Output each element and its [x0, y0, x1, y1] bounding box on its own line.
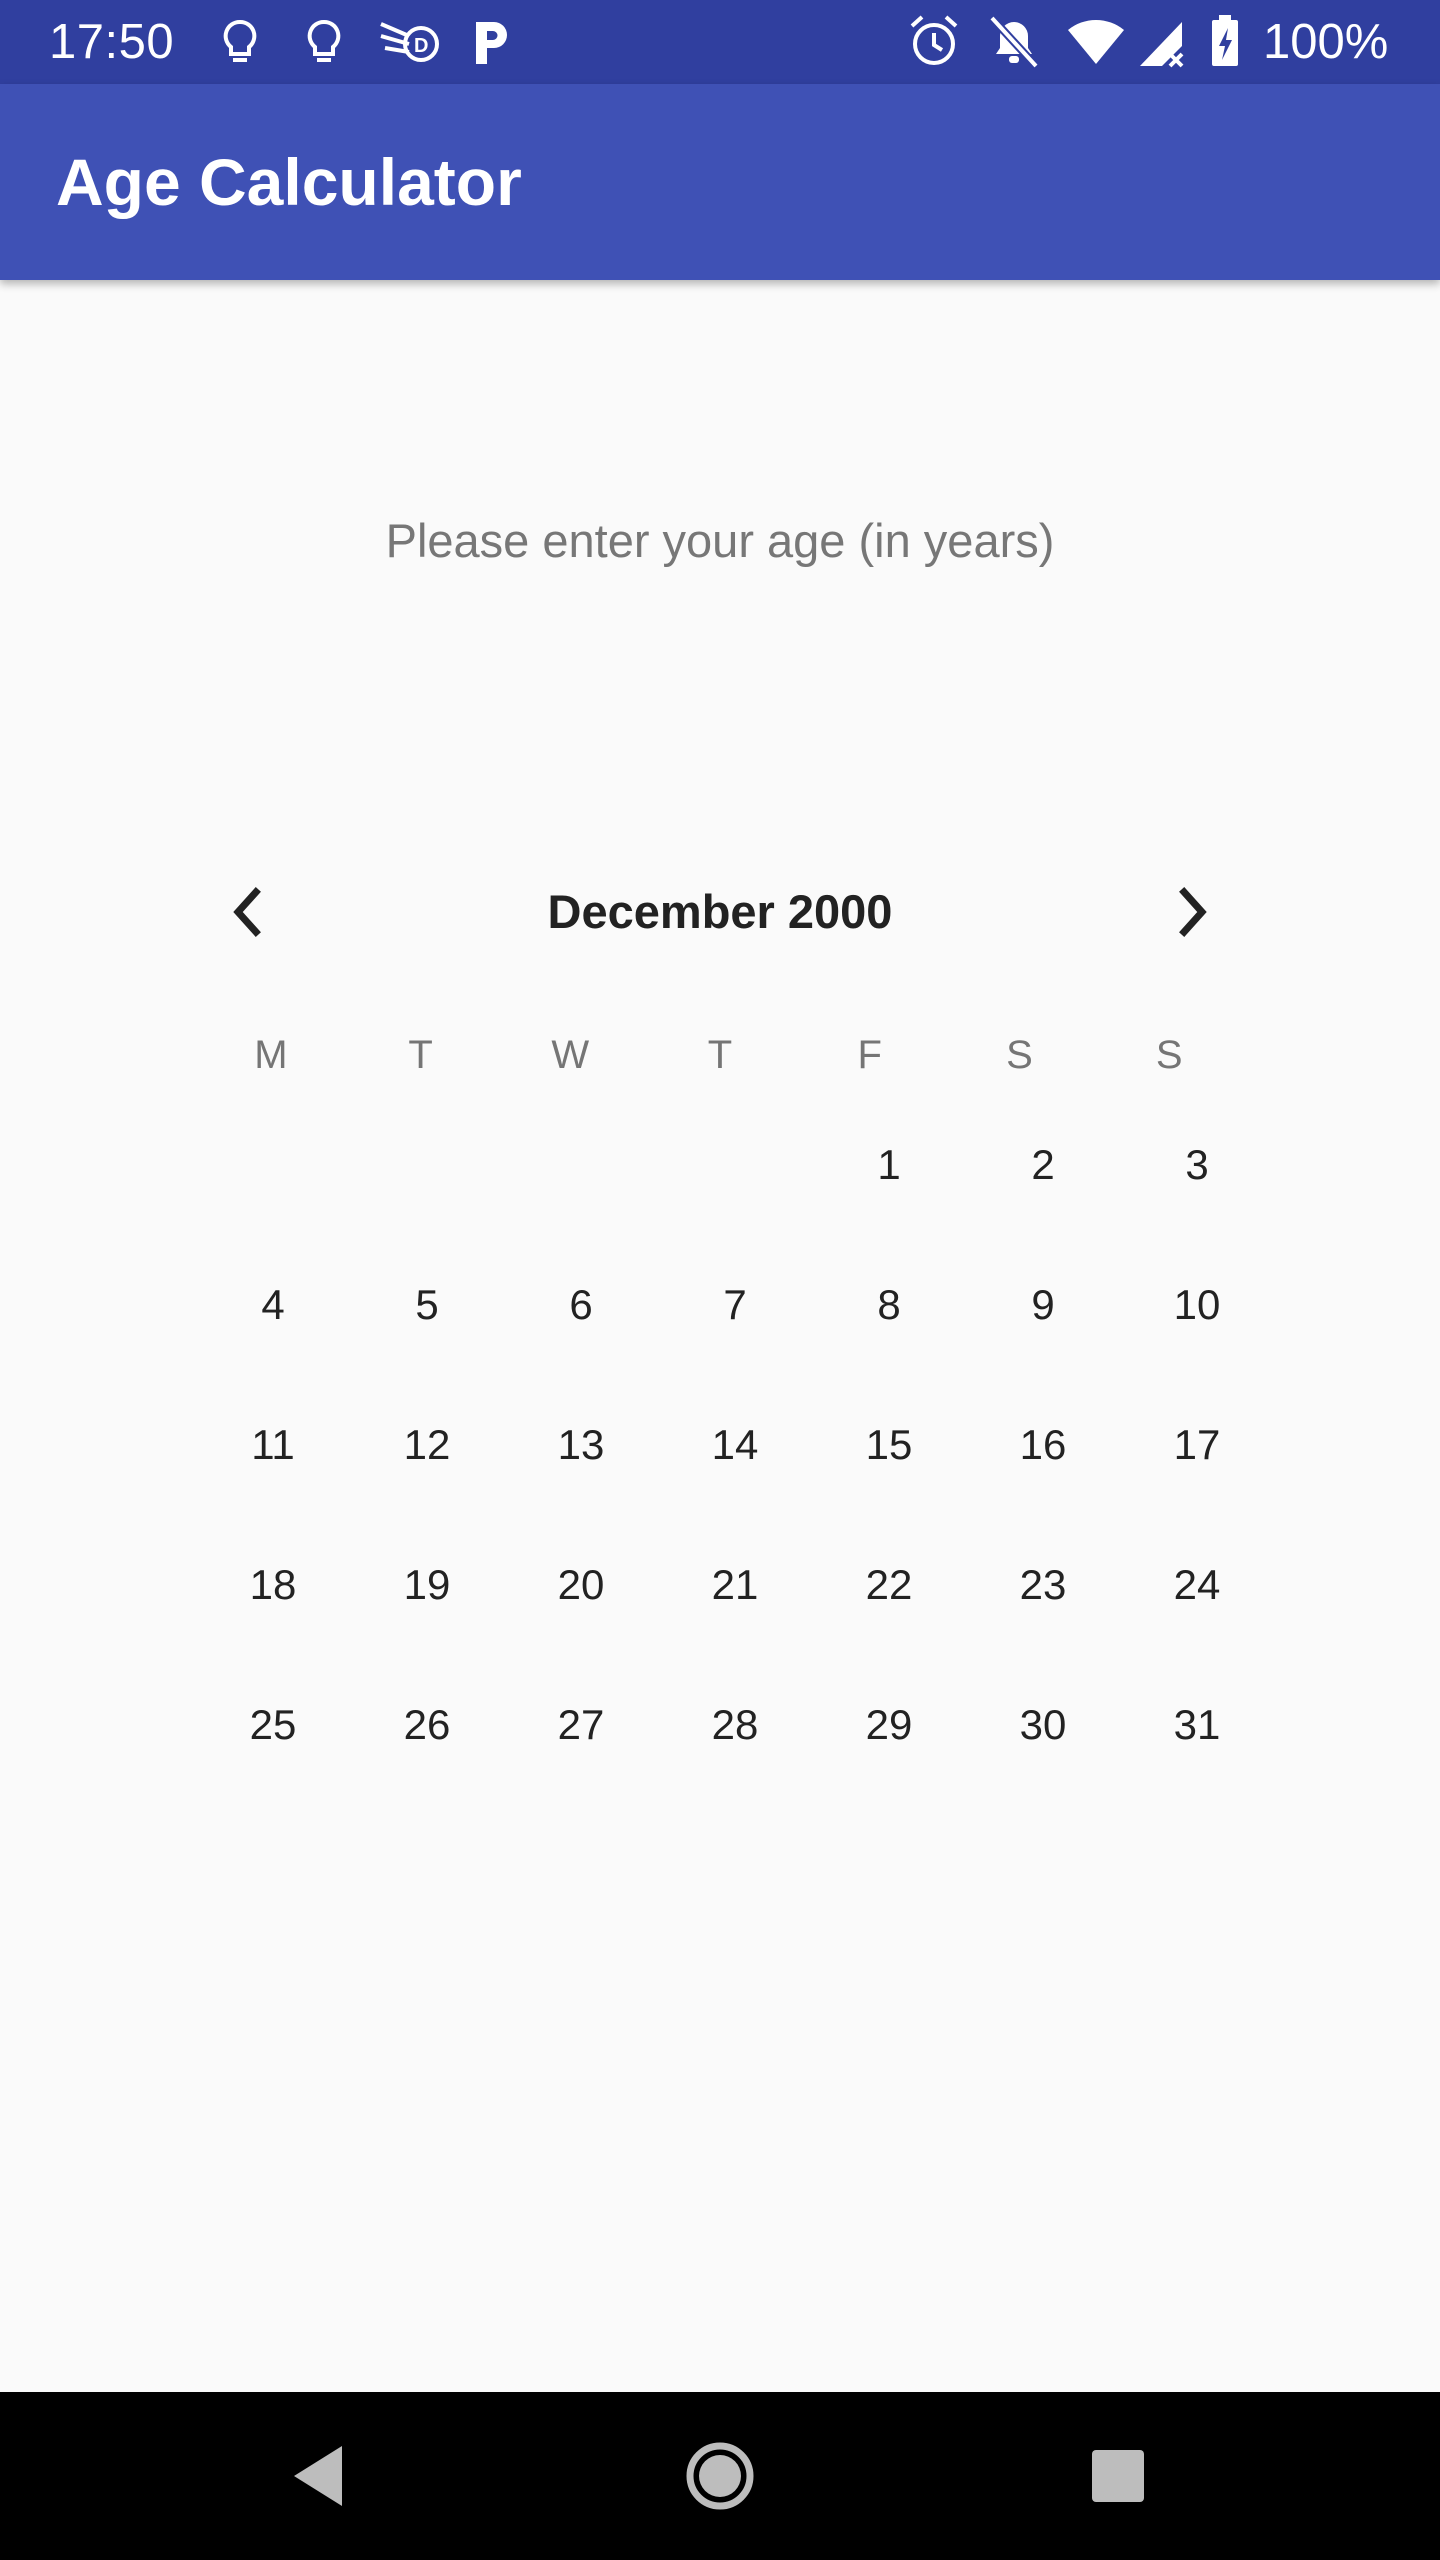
- day-cell[interactable]: 5: [350, 1284, 504, 1436]
- weekday-label: T: [408, 1033, 433, 1077]
- day-cell[interactable]: 10: [1120, 1284, 1274, 1436]
- chevron-left-icon: [233, 887, 261, 937]
- status-bar: 17:50 D 100%: [0, 0, 1440, 84]
- day-cell[interactable]: 2: [966, 1144, 1120, 1296]
- day-cell[interactable]: 11: [196, 1424, 350, 1576]
- day-cell[interactable]: 15: [812, 1424, 966, 1576]
- day-cell[interactable]: 16: [966, 1424, 1120, 1576]
- day-cell[interactable]: 4: [196, 1284, 350, 1436]
- day-cell[interactable]: 30: [966, 1704, 1120, 1856]
- day-cell[interactable]: 21: [658, 1564, 812, 1716]
- back-button[interactable]: [272, 2428, 368, 2524]
- app-bar: Age Calculator: [0, 84, 1440, 280]
- weekday-header-row: M T W T F S S: [196, 1020, 1244, 1090]
- day-cell[interactable]: 26: [350, 1704, 504, 1856]
- day-cell[interactable]: 20: [504, 1564, 658, 1716]
- status-icons-right: [910, 15, 1238, 69]
- day-cell[interactable]: 9: [966, 1284, 1120, 1436]
- weekday-label: F: [857, 1033, 882, 1077]
- notifications-off-icon: [989, 15, 1039, 69]
- day-cell[interactable]: 6: [504, 1284, 658, 1436]
- weekday-label: M: [254, 1033, 288, 1077]
- home-button[interactable]: [672, 2428, 768, 2524]
- wifi-icon: [1068, 19, 1124, 64]
- day-cell[interactable]: 1: [812, 1144, 966, 1296]
- app-title: Age Calculator: [56, 145, 522, 219]
- day-cell[interactable]: 31: [1120, 1704, 1274, 1856]
- day-cell[interactable]: 13: [504, 1424, 658, 1576]
- weekday-label: W: [551, 1033, 590, 1077]
- battery-charging-icon: [1212, 15, 1238, 66]
- day-cell[interactable]: 12: [350, 1424, 504, 1576]
- lightbulb-icon: [223, 19, 257, 62]
- weekday-label: S: [1006, 1033, 1033, 1077]
- previous-month-button[interactable]: [196, 860, 300, 964]
- month-title: December 2000: [547, 885, 893, 938]
- empty-day-cell: [504, 1156, 658, 1296]
- day-cell[interactable]: 29: [812, 1704, 966, 1856]
- days-grid: 1 2 3 4 5 6 7 8 9 10 11 12 13 14 15 16 1…: [196, 1144, 1244, 1856]
- calendar: December 2000 M T W T F S S 1 2 3 4 5 6 …: [196, 860, 1244, 1800]
- day-cell[interactable]: 19: [350, 1564, 504, 1716]
- status-icons-left: D: [223, 19, 507, 64]
- day-cell[interactable]: 22: [812, 1564, 966, 1716]
- navigation-bar: [0, 2392, 1440, 2560]
- day-cell[interactable]: 14: [658, 1424, 812, 1576]
- day-cell[interactable]: 27: [504, 1704, 658, 1856]
- day-cell[interactable]: 25: [196, 1704, 350, 1856]
- day-cell[interactable]: 28: [658, 1704, 812, 1856]
- svg-text:D: D: [414, 35, 428, 57]
- lightbulb-icon: [307, 19, 341, 62]
- weekday-label: S: [1155, 1033, 1183, 1077]
- speed-app-icon: D: [380, 22, 439, 62]
- empty-day-cell: [350, 1156, 504, 1296]
- day-cell[interactable]: 7: [658, 1284, 812, 1436]
- day-cell[interactable]: 8: [812, 1284, 966, 1436]
- chevron-right-icon: [1179, 887, 1207, 937]
- empty-day-cell: [196, 1156, 350, 1296]
- day-cell[interactable]: 23: [966, 1564, 1120, 1716]
- alarm-icon: [910, 15, 958, 65]
- parking-app-icon: [476, 22, 507, 64]
- signal-icon: [1140, 22, 1184, 68]
- recent-apps-button[interactable]: [1070, 2428, 1166, 2524]
- age-input[interactable]: [0, 490, 1440, 590]
- battery-percentage: 100%: [1263, 15, 1389, 69]
- weekday-label: T: [707, 1033, 733, 1077]
- empty-day-cell: [658, 1156, 812, 1296]
- next-month-button[interactable]: [1140, 860, 1244, 964]
- status-time: 17:50: [49, 15, 175, 69]
- day-cell[interactable]: 24: [1120, 1564, 1274, 1716]
- day-cell[interactable]: 17: [1120, 1424, 1274, 1576]
- calendar-header: December 2000: [196, 860, 1244, 964]
- day-cell[interactable]: 18: [196, 1564, 350, 1716]
- day-cell[interactable]: 3: [1120, 1144, 1274, 1296]
